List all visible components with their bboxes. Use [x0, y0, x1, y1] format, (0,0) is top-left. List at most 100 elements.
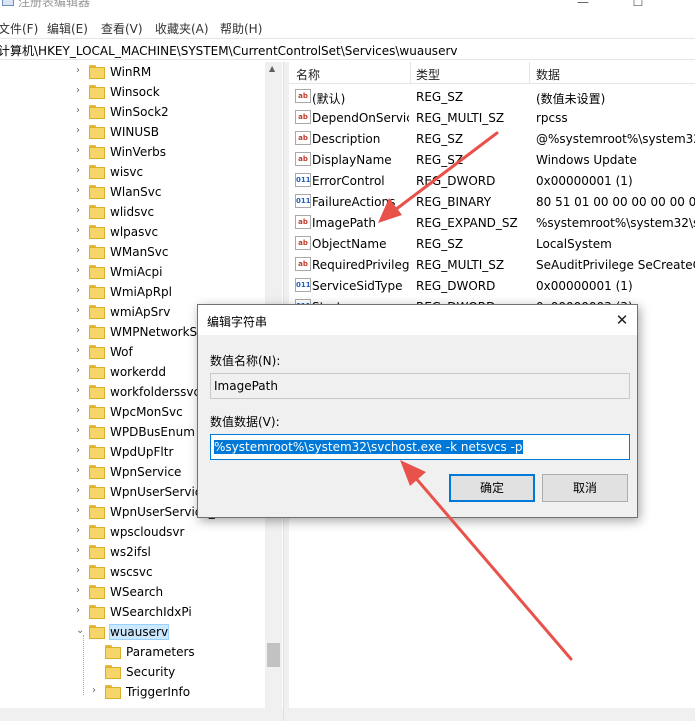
- maximize-button[interactable]: ☐: [615, 0, 661, 14]
- chevron-right-icon[interactable]: ›: [76, 505, 86, 517]
- chevron-right-icon[interactable]: ›: [76, 365, 86, 377]
- tree-item-label: WmiAcpi: [110, 265, 163, 279]
- chevron-right-icon[interactable]: ›: [76, 525, 86, 537]
- regedit-app-icon: [2, 0, 14, 6]
- close-icon[interactable]: ✕: [612, 310, 632, 330]
- tree-item[interactable]: › WmiAcpi: [0, 262, 283, 282]
- column-header-data[interactable]: 数据: [536, 66, 560, 83]
- column-divider[interactable]: [410, 62, 411, 84]
- chevron-right-icon[interactable]: ›: [76, 425, 86, 437]
- chevron-right-icon[interactable]: ›: [76, 485, 86, 497]
- tree-item[interactable]: › WmiApRpl: [0, 282, 283, 302]
- list-item[interactable]: ab DisplayName REG_SZ Windows Update: [289, 149, 695, 170]
- menu-view[interactable]: 查看(V): [101, 20, 143, 37]
- chevron-right-icon[interactable]: ›: [76, 325, 86, 337]
- tree-scroll-thumb[interactable]: [267, 643, 280, 667]
- menu-help[interactable]: 帮助(H): [220, 20, 262, 37]
- list-item[interactable]: abRequiredPrivileges REG_MULTI_SZ SeAuditP…: [289, 254, 695, 275]
- value-data: Windows Update: [536, 153, 637, 167]
- tree-item[interactable]: › wisvc: [0, 162, 283, 182]
- ok-button[interactable]: 确定: [449, 474, 535, 502]
- chevron-right-icon[interactable]: ›: [76, 125, 86, 137]
- chevron-right-icon[interactable]: ›: [76, 205, 86, 217]
- tree-item[interactable]: › WlanSvc: [0, 182, 283, 202]
- list-item[interactable]: ab ImagePath REG_EXPAND_SZ %systemroot%\sys…: [289, 212, 695, 233]
- chevron-right-icon[interactable]: ›: [76, 445, 86, 457]
- value-data: @%systemroot%\system32\wuaueng.dll: [536, 132, 695, 146]
- column-header-name[interactable]: 名称: [296, 66, 320, 83]
- chevron-right-icon[interactable]: ›: [92, 685, 102, 697]
- chevron-right-icon[interactable]: ›: [76, 585, 86, 597]
- tree-item-label: WinVerbs: [110, 145, 167, 159]
- list-horizontal-scrollbar[interactable]: [289, 708, 695, 721]
- binary-value-icon: 011: [295, 173, 311, 187]
- folder-icon: [89, 545, 105, 559]
- column-header-type[interactable]: 类型: [416, 66, 440, 83]
- binary-value-icon: 011: [295, 278, 311, 292]
- chevron-right-icon[interactable]: ›: [76, 385, 86, 397]
- chevron-down-icon[interactable]: ⌄: [76, 625, 86, 637]
- string-value-icon: ab: [295, 152, 311, 166]
- chevron-right-icon[interactable]: ›: [76, 565, 86, 577]
- scroll-up-arrow-icon[interactable]: ▲: [269, 64, 275, 73]
- chevron-right-icon[interactable]: ›: [76, 265, 86, 277]
- tree-item[interactable]: › wlidsvc: [0, 202, 283, 222]
- tree-item[interactable]: › WManSvc: [0, 242, 283, 262]
- menu-file[interactable]: 文件(F): [0, 20, 38, 37]
- chevron-right-icon[interactable]: ›: [76, 225, 86, 237]
- menu-edit[interactable]: 编辑(E): [47, 20, 88, 37]
- tree-item[interactable]: › WinRM: [0, 62, 283, 82]
- list-item[interactable]: ab (默认) REG_SZ (数值未设置): [289, 86, 695, 107]
- value-data-field[interactable]: %systemroot%\system32\svchost.exe -k net…: [210, 434, 630, 460]
- address-bar[interactable]: 计算机\HKEY_LOCAL_MACHINE\SYSTEM\CurrentCon…: [0, 38, 695, 60]
- folder-icon: [89, 565, 105, 579]
- list-item[interactable]: 011 FailureActions REG_BINARY 80 51 01 00 0…: [289, 191, 695, 212]
- menu-favorites[interactable]: 收藏夹(A): [155, 20, 209, 37]
- tree-item[interactable]: › WSearch: [0, 582, 283, 602]
- tree-item[interactable]: › WinVerbs: [0, 142, 283, 162]
- minimize-button[interactable]: —: [560, 0, 606, 14]
- chevron-right-icon[interactable]: ›: [76, 405, 86, 417]
- value-type: REG_MULTI_SZ: [416, 258, 505, 272]
- chevron-right-icon[interactable]: ›: [76, 245, 86, 257]
- list-item[interactable]: ab ObjectName REG_SZ LocalSystem: [289, 233, 695, 254]
- tree-item[interactable]: Parameters: [0, 642, 283, 662]
- chevron-right-icon[interactable]: ›: [76, 285, 86, 297]
- chevron-right-icon[interactable]: ›: [76, 605, 86, 617]
- tree-item[interactable]: › wscsvc: [0, 562, 283, 582]
- tree-item-label: Parameters: [126, 645, 195, 659]
- tree-item[interactable]: Security: [0, 662, 283, 682]
- cancel-button[interactable]: 取消: [542, 474, 628, 502]
- tree-item[interactable]: › WINUSB: [0, 122, 283, 142]
- tree-item[interactable]: › wpscloudsvr: [0, 522, 283, 542]
- tree-item[interactable]: › wlpasvc: [0, 222, 283, 242]
- address-path[interactable]: 计算机\HKEY_LOCAL_MACHINE\SYSTEM\CurrentCon…: [0, 42, 457, 59]
- tree-item[interactable]: › WinSock2: [0, 102, 283, 122]
- list-item[interactable]: abDependOnService REG_MULTI_SZ rpcss: [289, 107, 695, 128]
- chevron-right-icon[interactable]: ›: [76, 345, 86, 357]
- value-data-text[interactable]: %systemroot%\system32\svchost.exe -k net…: [214, 440, 523, 454]
- list-item[interactable]: 011 ServiceSidType REG_DWORD 0x00000001 (1): [289, 275, 695, 296]
- list-header: 名称 类型 数据: [289, 62, 695, 84]
- chevron-right-icon[interactable]: ›: [76, 165, 86, 177]
- folder-icon: [89, 205, 105, 219]
- tree-horizontal-scrollbar[interactable]: [0, 708, 283, 721]
- tree-item-label: Winsock: [110, 85, 160, 99]
- tree-item[interactable]: ⌄ wuauserv: [0, 622, 283, 642]
- chevron-right-icon[interactable]: ›: [76, 465, 86, 477]
- tree-item[interactable]: › TriggerInfo: [0, 682, 283, 702]
- chevron-right-icon[interactable]: ›: [76, 105, 86, 117]
- list-item[interactable]: 011 ErrorControl REG_DWORD 0x00000001 (1): [289, 170, 695, 191]
- tree-item[interactable]: › WSearchIdxPi: [0, 602, 283, 622]
- column-divider[interactable]: [529, 62, 530, 84]
- list-item[interactable]: ab Description REG_SZ @%systemroot%\system3…: [289, 128, 695, 149]
- chevron-right-icon[interactable]: ›: [76, 185, 86, 197]
- folder-icon: [89, 445, 105, 459]
- tree-item[interactable]: › ws2ifsl: [0, 542, 283, 562]
- tree-item[interactable]: › Winsock: [0, 82, 283, 102]
- chevron-right-icon[interactable]: ›: [76, 85, 86, 97]
- chevron-right-icon[interactable]: ›: [76, 305, 86, 317]
- chevron-right-icon[interactable]: ›: [76, 545, 86, 557]
- chevron-right-icon[interactable]: ›: [76, 65, 86, 77]
- chevron-right-icon[interactable]: ›: [76, 145, 86, 157]
